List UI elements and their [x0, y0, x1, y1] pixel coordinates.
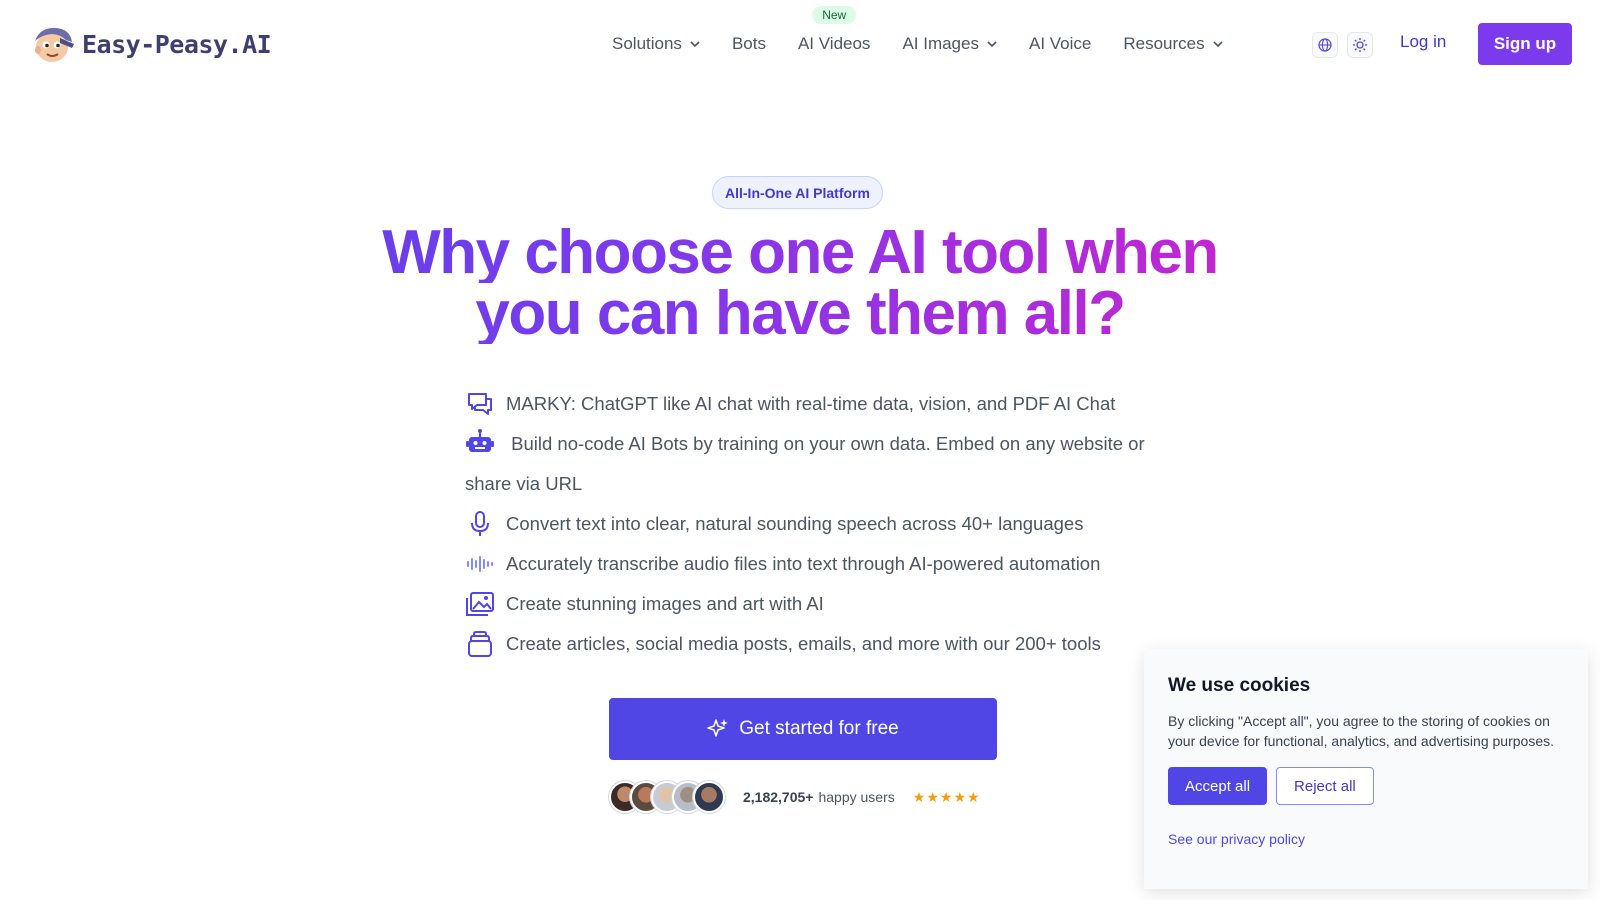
robot-icon	[466, 429, 494, 453]
nav-item-label: Resources	[1123, 34, 1205, 53]
feature-text: Create articles, social media posts, ema…	[506, 633, 1101, 654]
rating-stars: ★★★★★	[913, 789, 981, 806]
nav-item-bots[interactable]: Bots	[732, 34, 766, 54]
nav-item-solutions[interactable]: Solutions	[612, 34, 700, 54]
signup-button[interactable]: Sign up	[1478, 23, 1572, 65]
reject-all-button[interactable]: Reject all	[1276, 767, 1374, 805]
privacy-policy-link[interactable]: See our privacy policy	[1168, 831, 1564, 847]
chevron-down-icon	[987, 41, 997, 48]
feature-list: MARKY: ChatGPT like AI chat with real-ti…	[465, 384, 1155, 664]
login-link[interactable]: Log in	[1400, 32, 1446, 52]
star-icon: ★	[912, 788, 927, 805]
social-proof: 2,182,705+ happy users ★★★★★	[609, 780, 981, 814]
headline-line-2: you can have them all?	[0, 283, 1600, 345]
cta-label: Get started for free	[739, 718, 899, 739]
cookie-title: We use cookies	[1168, 675, 1311, 696]
nav-item-resources[interactable]: Resources	[1123, 34, 1223, 54]
stack-icon	[468, 631, 492, 657]
nav-item-ai-images[interactable]: AI Images	[902, 34, 997, 54]
feature-item: Convert text into clear, natural soundin…	[465, 504, 1155, 544]
feature-item: MARKY: ChatGPT like AI chat with real-ti…	[465, 384, 1155, 424]
feature-text: Build no-code AI Bots by training on you…	[465, 433, 1145, 494]
users-label: happy users	[818, 789, 895, 805]
feature-text: Convert text into clear, natural soundin…	[506, 513, 1084, 534]
nav-item-label: AI Videos	[797, 34, 871, 53]
cookie-banner: We use cookies By clicking "Accept all",…	[1144, 649, 1588, 889]
platform-badge: All-In-One AI Platform	[712, 176, 883, 209]
star-icon: ★	[967, 788, 981, 805]
get-started-button[interactable]: Get started for free	[609, 698, 997, 760]
chevron-down-icon	[690, 41, 700, 48]
brand-name: Easy-Peasy.AI	[82, 29, 272, 59]
nav-item-label: AI Images	[902, 34, 979, 53]
feature-text: MARKY: ChatGPT like AI chat with real-ti…	[506, 393, 1116, 414]
language-button[interactable]	[1312, 32, 1338, 58]
feature-item: Accurately transcribe audio files into t…	[465, 544, 1155, 584]
nav-item-ai-voice[interactable]: AI Voice	[1029, 34, 1091, 54]
images-icon	[466, 592, 494, 616]
nav-item-label: Solutions	[612, 34, 682, 53]
site-header: Easy-Peasy.AI Solutions Bots New AI Vide…	[0, 0, 1600, 88]
star-icon: ★	[926, 788, 940, 805]
waveform-icon	[467, 556, 493, 572]
hero-headline: Why choose one AI tool when you can have…	[0, 222, 1600, 345]
cookie-actions: Accept all Reject all	[1168, 767, 1564, 805]
users-count: 2,182,705+	[743, 789, 814, 805]
nav-item-ai-videos[interactable]: New AI Videos	[797, 6, 871, 54]
star-icon: ★	[939, 788, 954, 805]
nav-item-label: Bots	[731, 34, 766, 53]
cookie-text: By clicking "Accept all", you agree to t…	[1168, 713, 1554, 749]
feature-item: Create articles, social media posts, ema…	[465, 624, 1155, 664]
main-nav: Solutions Bots New AI Videos AI Images A…	[612, 0, 1255, 88]
nav-item-label: AI Voice	[1028, 34, 1092, 53]
feature-text: Create stunning images and art with AI	[506, 593, 824, 614]
chat-bubbles-icon	[468, 393, 492, 415]
avatar-group	[609, 781, 725, 813]
sparkle-icon	[707, 719, 729, 737]
feature-item: Build no-code AI Bots by training on you…	[465, 424, 1155, 504]
feature-text: Accurately transcribe audio files into t…	[506, 553, 1101, 574]
theme-toggle-button[interactable]	[1347, 32, 1373, 58]
accept-all-button[interactable]: Accept all	[1168, 767, 1268, 805]
avatar	[693, 781, 725, 813]
feature-item: Create stunning images and art with AI	[465, 584, 1155, 624]
star-icon: ★	[953, 788, 967, 805]
globe-icon	[1318, 38, 1332, 52]
headline-line-1: Why choose one AI tool when	[0, 222, 1600, 284]
mascot-logo-icon	[30, 24, 76, 64]
logo-link[interactable]: Easy-Peasy.AI	[30, 24, 272, 64]
chevron-down-icon	[1213, 41, 1223, 48]
sun-icon	[1353, 38, 1367, 52]
microphone-icon	[471, 511, 489, 536]
new-badge: New	[812, 6, 857, 24]
